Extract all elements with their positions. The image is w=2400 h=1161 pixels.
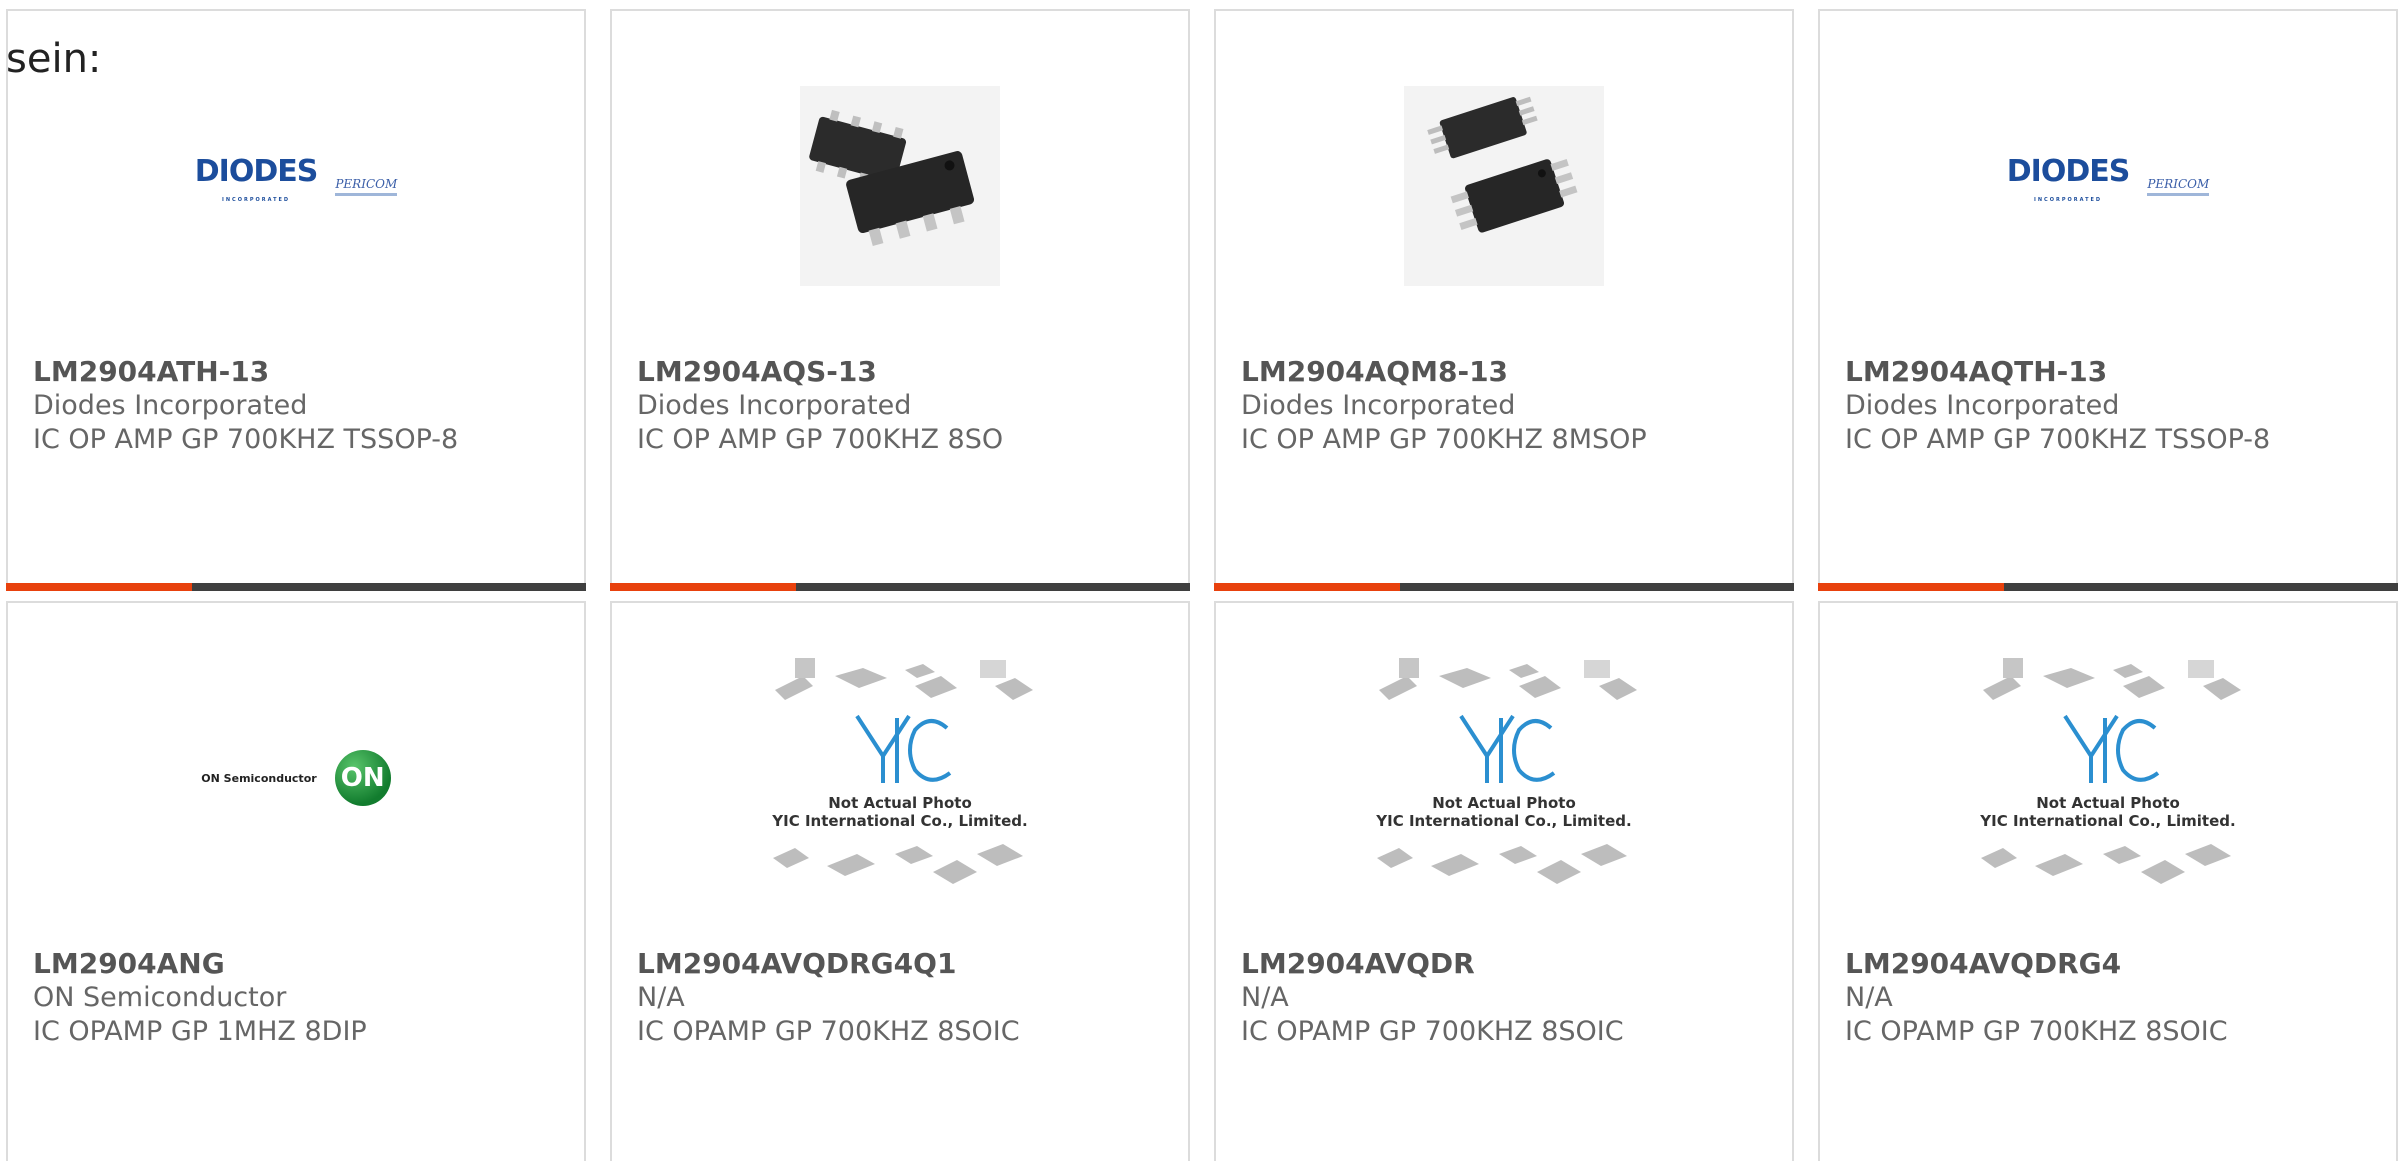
pericom-logo-icon: PERICOM: [2147, 177, 2210, 196]
product-card[interactable]: ON Semiconductor ON LM2904ANG ON Semicon…: [6, 601, 586, 1161]
part-number-link[interactable]: LM2904AVQDR: [1241, 947, 1772, 981]
product-image[interactable]: DIODES INCORPORATED PERICOM: [8, 71, 584, 301]
description: IC OPAMP GP 700KHZ 8SOIC: [1241, 1016, 1624, 1047]
description: IC OP AMP GP 700KHZ TSSOP-8: [33, 424, 459, 455]
product-image[interactable]: [612, 71, 1188, 301]
yic-photo-company: YIC International Co., Limited.: [771, 812, 1027, 830]
manufacturer: N/A: [637, 982, 685, 1013]
progress-bar: [6, 583, 586, 591]
product-card[interactable]: Not Actual Photo YIC International Co., …: [1818, 601, 2398, 1161]
diodes-logo-icon: DIODES INCORPORATED: [2006, 154, 2131, 204]
yic-photo-note: Not Actual Photo: [828, 794, 972, 812]
progress-bar: [1214, 583, 1794, 591]
part-number-link[interactable]: LM2904AQS-13: [637, 355, 1168, 389]
soic-8-chip-photo-icon: [800, 86, 1000, 286]
progress-fill: [6, 583, 192, 591]
product-image[interactable]: ON Semiconductor ON: [8, 663, 584, 893]
progress-fill: [1214, 583, 1400, 591]
yic-photo-company: YIC International Co., Limited.: [1375, 812, 1631, 830]
on-semiconductor-logo: ON Semiconductor ON: [201, 750, 391, 806]
manufacturer: Diodes Incorporated: [33, 390, 308, 421]
description: IC OP AMP GP 700KHZ 8SO: [637, 424, 1004, 455]
yic-photo-note: Not Actual Photo: [2036, 794, 2180, 812]
pericom-logo-icon: PERICOM: [335, 177, 398, 196]
manufacturer: Diodes Incorporated: [637, 390, 912, 421]
progress-bar: [1818, 583, 2398, 591]
product-image[interactable]: Not Actual Photo YIC International Co., …: [612, 658, 1188, 893]
product-card[interactable]: DIODES INCORPORATED PERICOM LM2904AQTH-1…: [1818, 9, 2398, 591]
msop-8-chip-photo-icon: [1404, 86, 1604, 286]
product-card[interactable]: Not Actual Photo YIC International Co., …: [610, 601, 1190, 1161]
product-card[interactable]: Not Actual Photo YIC International Co., …: [1214, 601, 1794, 1161]
diodes-pericom-logo: DIODES INCORPORATED PERICOM: [194, 154, 398, 214]
part-number-link[interactable]: LM2904AVQDRG4Q1: [637, 947, 1168, 981]
manufacturer: Diodes Incorporated: [1845, 390, 2120, 421]
description: IC OP AMP GP 700KHZ TSSOP-8: [1845, 424, 2271, 455]
description: IC OPAMP GP 700KHZ 8SOIC: [637, 1016, 1020, 1047]
description: IC OP AMP GP 700KHZ 8MSOP: [1241, 424, 1647, 455]
diodes-pericom-logo: DIODES INCORPORATED PERICOM: [2006, 154, 2210, 214]
product-image[interactable]: Not Actual Photo YIC International Co., …: [1820, 658, 2396, 893]
progress-bar: [610, 583, 1190, 591]
part-number-link[interactable]: LM2904ATH-13: [33, 355, 564, 389]
intro-text: sein:: [6, 36, 102, 82]
product-card[interactable]: LM2904AQS-13 Diodes Incorporated IC OP A…: [610, 9, 1190, 591]
part-number-link[interactable]: LM2904AQTH-13: [1845, 355, 2376, 389]
part-number-link[interactable]: LM2904AQM8-13: [1241, 355, 1772, 389]
on-logo-icon: ON: [334, 750, 391, 806]
product-card[interactable]: LM2904AQM8-13 Diodes Incorporated IC OP …: [1214, 9, 1794, 591]
product-image[interactable]: [1216, 71, 1792, 301]
description: IC OPAMP GP 1MHZ 8DIP: [33, 1016, 367, 1047]
yic-photo-note: Not Actual Photo: [1432, 794, 1576, 812]
manufacturer: Diodes Incorporated: [1241, 390, 1516, 421]
product-image[interactable]: DIODES INCORPORATED PERICOM: [1820, 71, 2396, 301]
description: IC OPAMP GP 700KHZ 8SOIC: [1845, 1016, 2228, 1047]
manufacturer: ON Semiconductor: [33, 982, 287, 1013]
part-number-link[interactable]: LM2904AVQDRG4: [1845, 947, 2376, 981]
on-semiconductor-wordmark: ON Semiconductor: [201, 771, 317, 785]
manufacturer: N/A: [1241, 982, 1289, 1013]
product-image[interactable]: Not Actual Photo YIC International Co., …: [1216, 658, 1792, 893]
diodes-logo-icon: DIODES INCORPORATED: [194, 154, 319, 204]
yic-placeholder-icon: Not Actual Photo YIC International Co., …: [1375, 658, 1637, 884]
manufacturer: N/A: [1845, 982, 1893, 1013]
product-card[interactable]: DIODES INCORPORATED PERICOM LM2904ATH-13…: [6, 9, 586, 591]
yic-placeholder-icon: Not Actual Photo YIC International Co., …: [771, 658, 1033, 884]
progress-fill: [610, 583, 796, 591]
part-number-link[interactable]: LM2904ANG: [33, 947, 564, 981]
yic-placeholder-icon: Not Actual Photo YIC International Co., …: [1979, 658, 2241, 884]
progress-fill: [1818, 583, 2004, 591]
product-grid: DIODES INCORPORATED PERICOM LM2904ATH-13…: [6, 9, 2400, 1161]
yic-photo-company: YIC International Co., Limited.: [1979, 812, 2235, 830]
